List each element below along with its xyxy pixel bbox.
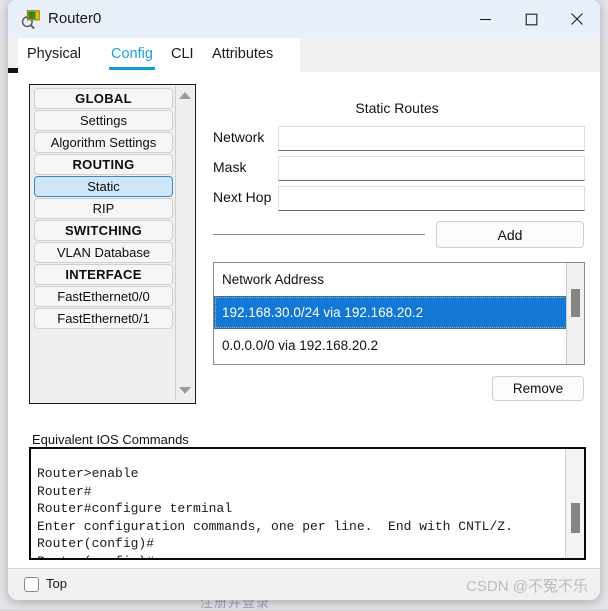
network-input[interactable] <box>278 126 585 151</box>
ios-commands-label: Equivalent IOS Commands <box>32 432 189 447</box>
router-magnifier-icon <box>21 10 40 30</box>
tab-attributes[interactable]: Attributes <box>205 38 280 72</box>
scroll-down-arrow-icon[interactable] <box>179 387 191 394</box>
sidebar-scrollbar[interactable] <box>175 86 194 400</box>
window-footer: Top CSDN @不冤不乐 <box>8 568 600 600</box>
mask-label: Mask <box>213 159 247 175</box>
sidebar-item-fastethernet0-1[interactable]: FastEthernet0/1 <box>34 308 173 329</box>
ios-commands-console[interactable]: Router>enable Router# Router#configure t… <box>29 447 586 560</box>
top-checkbox-label: Top <box>46 576 67 591</box>
close-button[interactable] <box>554 0 600 38</box>
next-hop-label: Next Hop <box>213 189 272 205</box>
sidebar-item-static[interactable]: Static <box>34 176 173 197</box>
sidebar-item-routing[interactable]: ROUTING <box>34 154 173 175</box>
tab-config[interactable]: Config <box>104 38 160 72</box>
sidebar-item-switching[interactable]: SWITCHING <box>34 220 173 241</box>
route-list-scrollbar[interactable] <box>566 263 584 364</box>
route-list-header: Network Address <box>222 272 325 287</box>
mask-input[interactable] <box>278 156 585 181</box>
sidebar-item-algorithm-settings[interactable]: Algorithm Settings <box>34 132 173 153</box>
sidebar-item-global[interactable]: GLOBAL <box>34 88 173 109</box>
close-icon <box>571 13 583 25</box>
ios-console-scroll-thumb[interactable] <box>571 503 580 533</box>
top-checkbox[interactable] <box>24 577 39 592</box>
window-title: Router0 <box>48 10 102 27</box>
sidebar-item-fastethernet0-0[interactable]: FastEthernet0/0 <box>34 286 173 307</box>
window-titlebar: Router0 <box>8 0 600 38</box>
sidebar-item-settings[interactable]: Settings <box>34 110 173 131</box>
minimize-button[interactable] <box>462 0 508 38</box>
router-config-window: Router0 Physical Config CLI Attributes G… <box>8 0 600 600</box>
divider <box>213 234 425 235</box>
page-title: Static Routes <box>355 100 439 116</box>
mask-field-row: Mask <box>208 156 586 182</box>
scroll-up-arrow-icon[interactable] <box>179 92 191 99</box>
network-label: Network <box>213 129 265 145</box>
maximize-icon <box>525 13 537 25</box>
tab-physical[interactable]: Physical <box>20 38 88 72</box>
network-field-row: Network <box>208 126 586 152</box>
config-sidebar: GLOBAL Settings Algorithm Settings ROUTI… <box>29 84 196 404</box>
next-hop-input[interactable] <box>278 186 585 211</box>
tab-strip: Physical Config CLI Attributes <box>8 38 600 72</box>
add-button[interactable]: Add <box>436 221 584 248</box>
maximize-button[interactable] <box>508 0 554 38</box>
sidebar-item-rip[interactable]: RIP <box>34 198 173 219</box>
next-hop-field-row: Next Hop <box>208 186 586 212</box>
ios-console-scrollbar[interactable] <box>565 449 584 558</box>
window-edge-marker <box>8 68 18 73</box>
sidebar-item-vlan-database[interactable]: VLAN Database <box>34 242 173 263</box>
remove-button[interactable]: Remove <box>492 376 584 401</box>
watermark: CSDN @不冤不乐 <box>466 578 588 595</box>
route-list-scroll-thumb[interactable] <box>571 289 580 317</box>
list-item[interactable]: 0.0.0.0/0 via 192.168.20.2 <box>214 329 584 362</box>
tab-cli[interactable]: CLI <box>164 38 201 72</box>
list-item[interactable]: 192.168.30.0/24 via 192.168.20.2 <box>214 296 584 329</box>
sidebar-item-interface[interactable]: INTERFACE <box>34 264 173 285</box>
config-body: GLOBAL Settings Algorithm Settings ROUTI… <box>8 72 600 600</box>
route-list[interactable]: Network Address 192.168.30.0/24 via 192.… <box>213 262 585 365</box>
ios-commands-text: Router>enable Router# Router#configure t… <box>37 466 513 558</box>
sidebar-item-list: GLOBAL Settings Algorithm Settings ROUTI… <box>32 87 175 330</box>
minimize-icon <box>479 18 491 20</box>
